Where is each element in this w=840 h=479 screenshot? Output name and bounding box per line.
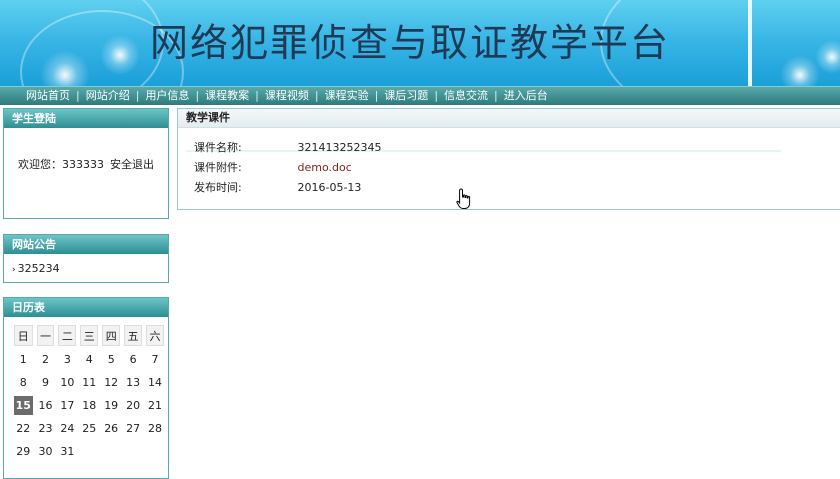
nav-item[interactable]: 课程实验 <box>325 89 369 102</box>
field-label: 课件附件: <box>194 161 242 174</box>
site-notice-panel: 网站公告 › 325234 <box>3 234 169 283</box>
calendar-day[interactable]: 15 <box>14 396 33 415</box>
nav-item[interactable]: 进入后台 <box>504 89 548 102</box>
calendar-day[interactable]: 3 <box>58 350 76 369</box>
calendar-day[interactable]: 27 <box>124 419 142 438</box>
calendar-day[interactable]: 26 <box>102 419 120 438</box>
calendar-day[interactable]: 31 <box>58 442 76 461</box>
calendar-day[interactable]: 24 <box>58 419 76 438</box>
nav-separator: | <box>374 89 379 102</box>
calendar-day[interactable]: 1 <box>14 350 33 369</box>
calendar-day[interactable]: 17 <box>58 396 76 415</box>
calendar-day[interactable]: 14 <box>146 373 164 392</box>
calendar-weekday: 五 <box>124 325 143 346</box>
calendar-weekday: 三 <box>80 325 99 346</box>
calendar-day[interactable]: 7 <box>146 350 164 369</box>
calendar-weekday: 二 <box>58 325 77 346</box>
calendar-empty <box>102 442 120 461</box>
calendar-day[interactable]: 23 <box>37 419 55 438</box>
field-label: 课件名称: <box>194 141 242 154</box>
calendar-day[interactable]: 21 <box>146 396 164 415</box>
calendar-day[interactable]: 5 <box>102 350 120 369</box>
field-row: 课件名称: 321413252345 <box>194 139 381 157</box>
calendar-weekday: 一 <box>36 325 55 346</box>
calendar-day[interactable]: 18 <box>80 396 98 415</box>
attachment-link[interactable]: demo.doc <box>298 161 352 174</box>
calendar-day[interactable]: 11 <box>80 373 98 392</box>
nav-item[interactable]: 用户信息 <box>145 89 189 102</box>
nav-item[interactable]: 网站首页 <box>26 89 70 102</box>
logout-link[interactable]: 安全退出 <box>110 156 154 172</box>
field-row: 课件附件: demo.doc <box>194 159 352 177</box>
welcome-text: 欢迎您：333333 <box>18 158 104 171</box>
calendar-weekday: 四 <box>102 325 121 346</box>
nav-separator: | <box>195 89 200 102</box>
field-label: 发布时间: <box>194 181 242 194</box>
calendar-day[interactable]: 22 <box>14 419 33 438</box>
field-row: 发布时间: 2016-05-13 <box>194 179 361 197</box>
calendar-panel: 日历表 日一二三四五六 1 2 3 4 5 6 7 8 9 10 11 12 13 14 15 16 17 18 19… <box>3 297 169 479</box>
calendar-day[interactable]: 9 <box>37 373 55 392</box>
calendar-day[interactable]: 6 <box>124 350 142 369</box>
nav-separator: | <box>314 89 319 102</box>
panel-title: 网站公告 <box>4 235 168 254</box>
calendar-weekday: 六 <box>146 325 164 346</box>
nav-item[interactable]: 课程视频 <box>265 89 309 102</box>
nav-separator: | <box>135 89 140 102</box>
calendar-day[interactable]: 25 <box>80 419 98 438</box>
calendar-day[interactable]: 8 <box>14 373 33 392</box>
nav-item[interactable]: 信息交流 <box>444 89 488 102</box>
calendar-day[interactable]: 12 <box>102 373 120 392</box>
student-login-panel: 学生登陆 欢迎您：333333 安全退出 <box>3 108 169 219</box>
calendar-empty <box>146 442 164 461</box>
courseware-detail: 教学课件 课件名称: 321413252345 课件附件: demo.doc 发… <box>177 108 840 210</box>
calendar-day[interactable]: 10 <box>58 373 76 392</box>
field-value: 321413252345 <box>297 141 382 154</box>
calendar-weekday: 日 <box>14 325 33 346</box>
panel-title: 日历表 <box>4 298 168 317</box>
panel-title: 学生登陆 <box>4 109 168 128</box>
site-banner: 网络犯罪侦查与取证教学平台 <box>0 0 840 86</box>
bullet-icon: › <box>12 265 16 275</box>
calendar-day[interactable]: 20 <box>124 396 142 415</box>
nav-separator: | <box>255 89 259 102</box>
nav-item[interactable]: 课程教案 <box>205 89 249 102</box>
calendar-day[interactable]: 19 <box>102 396 120 415</box>
nav-items: 网站首页 | 网站介绍 | 用户信息 | 课程教案 | 课程视频 | 课程实验 | 课后习题 | 信息交流 |… <box>26 87 548 105</box>
banner-divider <box>748 0 752 86</box>
main-nav: 网站首页 | 网站介绍 | 用户信息 | 课程教案 | 课程视频 | 课程实验 | 课后习题 | 信息交流 |… <box>0 86 840 105</box>
banner-glow <box>100 35 140 75</box>
nav-separator: | <box>76 89 80 102</box>
section-title: 教学课件 <box>178 109 840 128</box>
calendar-empty <box>80 442 98 461</box>
hand-pointer-icon <box>456 188 471 209</box>
calendar-day[interactable]: 30 <box>37 442 55 461</box>
calendar-day[interactable]: 2 <box>37 350 55 369</box>
nav-item[interactable]: 课后习题 <box>384 89 428 102</box>
calendar-day[interactable]: 16 <box>37 396 55 415</box>
calendar-day[interactable]: 28 <box>146 419 164 438</box>
calendar-grid: 日一二三四五六 1 2 3 4 5 6 7 8 9 10 11 12 13 14 15 16 17 18 19 20 21… <box>10 321 168 465</box>
notice-item[interactable]: 325234 <box>18 262 60 275</box>
calendar-day[interactable]: 4 <box>80 350 98 369</box>
nav-separator: | <box>434 89 439 102</box>
site-title: 网络犯罪侦查与取证教学平台 <box>150 21 671 65</box>
nav-separator: | <box>494 89 498 102</box>
calendar-day[interactable]: 29 <box>14 442 33 461</box>
calendar-empty <box>124 442 142 461</box>
calendar-day[interactable]: 13 <box>124 373 142 392</box>
field-value: 2016-05-13 <box>297 181 362 194</box>
nav-item[interactable]: 网站介绍 <box>86 89 130 102</box>
